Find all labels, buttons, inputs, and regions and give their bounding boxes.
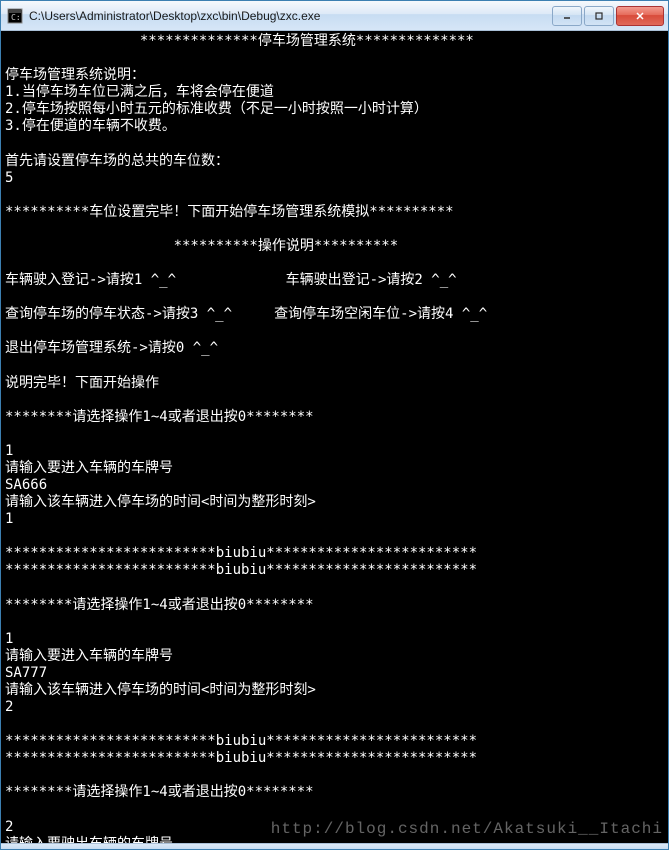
console-line: 请输入要驶出车辆的车牌号 xyxy=(5,836,664,843)
console-line: *************************biubiu*********… xyxy=(5,562,664,579)
console-line xyxy=(5,392,664,409)
console-line: 查询停车场的停车状态->请按3 ^_^ 查询停车场空闲车位->请按4 ^_^ xyxy=(5,306,664,323)
console-line xyxy=(5,767,664,784)
console-line: 2.停车场按照每小时五元的标准收费（不足一小时按照一小时计算） xyxy=(5,101,664,118)
console-line xyxy=(5,802,664,819)
console-line: **************停车场管理系统************** xyxy=(5,33,664,50)
window-controls xyxy=(552,6,664,26)
console-line xyxy=(5,187,664,204)
console-line xyxy=(5,716,664,733)
console-line: 退出停车场管理系统->请按0 ^_^ xyxy=(5,340,664,357)
console-line: ********请选择操作1~4或者退出按0******** xyxy=(5,597,664,614)
console-line: 2 xyxy=(5,819,664,836)
console-line: SA777 xyxy=(5,665,664,682)
console-line: 请输入要进入车辆的车牌号 xyxy=(5,648,664,665)
console-line: 1.当停车场车位已满之后，车将会停在便道 xyxy=(5,84,664,101)
console-line: *************************biubiu*********… xyxy=(5,545,664,562)
console-line: 请输入该车辆进入停车场的时间<时间为整形时刻> xyxy=(5,682,664,699)
console-line: 首先请设置停车场的总共的车位数： xyxy=(5,153,664,170)
console-line xyxy=(5,50,664,67)
console-line xyxy=(5,528,664,545)
console-line: 车辆驶入登记->请按1 ^_^ 车辆驶出登记->请按2 ^_^ xyxy=(5,272,664,289)
console-line: 请输入要进入车辆的车牌号 xyxy=(5,460,664,477)
console-line: 3.停在便道的车辆不收费。 xyxy=(5,118,664,135)
console-line xyxy=(5,580,664,597)
console-line: 2 xyxy=(5,699,664,716)
svg-text:C:: C: xyxy=(11,13,21,22)
console-line: *************************biubiu*********… xyxy=(5,750,664,767)
app-icon: C: xyxy=(7,8,23,24)
close-button[interactable] xyxy=(616,6,664,26)
console-line: 1 xyxy=(5,443,664,460)
console-line: ********请选择操作1~4或者退出按0******** xyxy=(5,784,664,801)
console-line: **********操作说明********** xyxy=(5,238,664,255)
console-line: 请输入该车辆进入停车场的时间<时间为整形时刻> xyxy=(5,494,664,511)
console-line: 1 xyxy=(5,511,664,528)
minimize-button[interactable] xyxy=(552,6,582,26)
console-line: **********车位设置完毕！下面开始停车场管理系统模拟********** xyxy=(5,204,664,221)
console-line: *************************biubiu*********… xyxy=(5,733,664,750)
console-line: ********请选择操作1~4或者退出按0******** xyxy=(5,409,664,426)
console-line: 1 xyxy=(5,631,664,648)
console-line: SA666 xyxy=(5,477,664,494)
console-line: 5 xyxy=(5,170,664,187)
app-window: C: C:\Users\Administrator\Desktop\zxc\bi… xyxy=(0,0,669,850)
console-line xyxy=(5,426,664,443)
console-line xyxy=(5,614,664,631)
window-title: C:\Users\Administrator\Desktop\zxc\bin\D… xyxy=(29,9,552,23)
console-line xyxy=(5,289,664,306)
console-line xyxy=(5,221,664,238)
console-line: 停车场管理系统说明： xyxy=(5,67,664,84)
window-footer xyxy=(1,843,668,849)
console-line xyxy=(5,357,664,374)
console-output[interactable]: **************停车场管理系统************** 停车场管… xyxy=(1,31,668,843)
console-line xyxy=(5,255,664,272)
maximize-button[interactable] xyxy=(584,6,614,26)
console-line: 说明完毕！下面开始操作 xyxy=(5,375,664,392)
titlebar[interactable]: C: C:\Users\Administrator\Desktop\zxc\bi… xyxy=(1,1,668,31)
console-line xyxy=(5,323,664,340)
console-line xyxy=(5,135,664,152)
